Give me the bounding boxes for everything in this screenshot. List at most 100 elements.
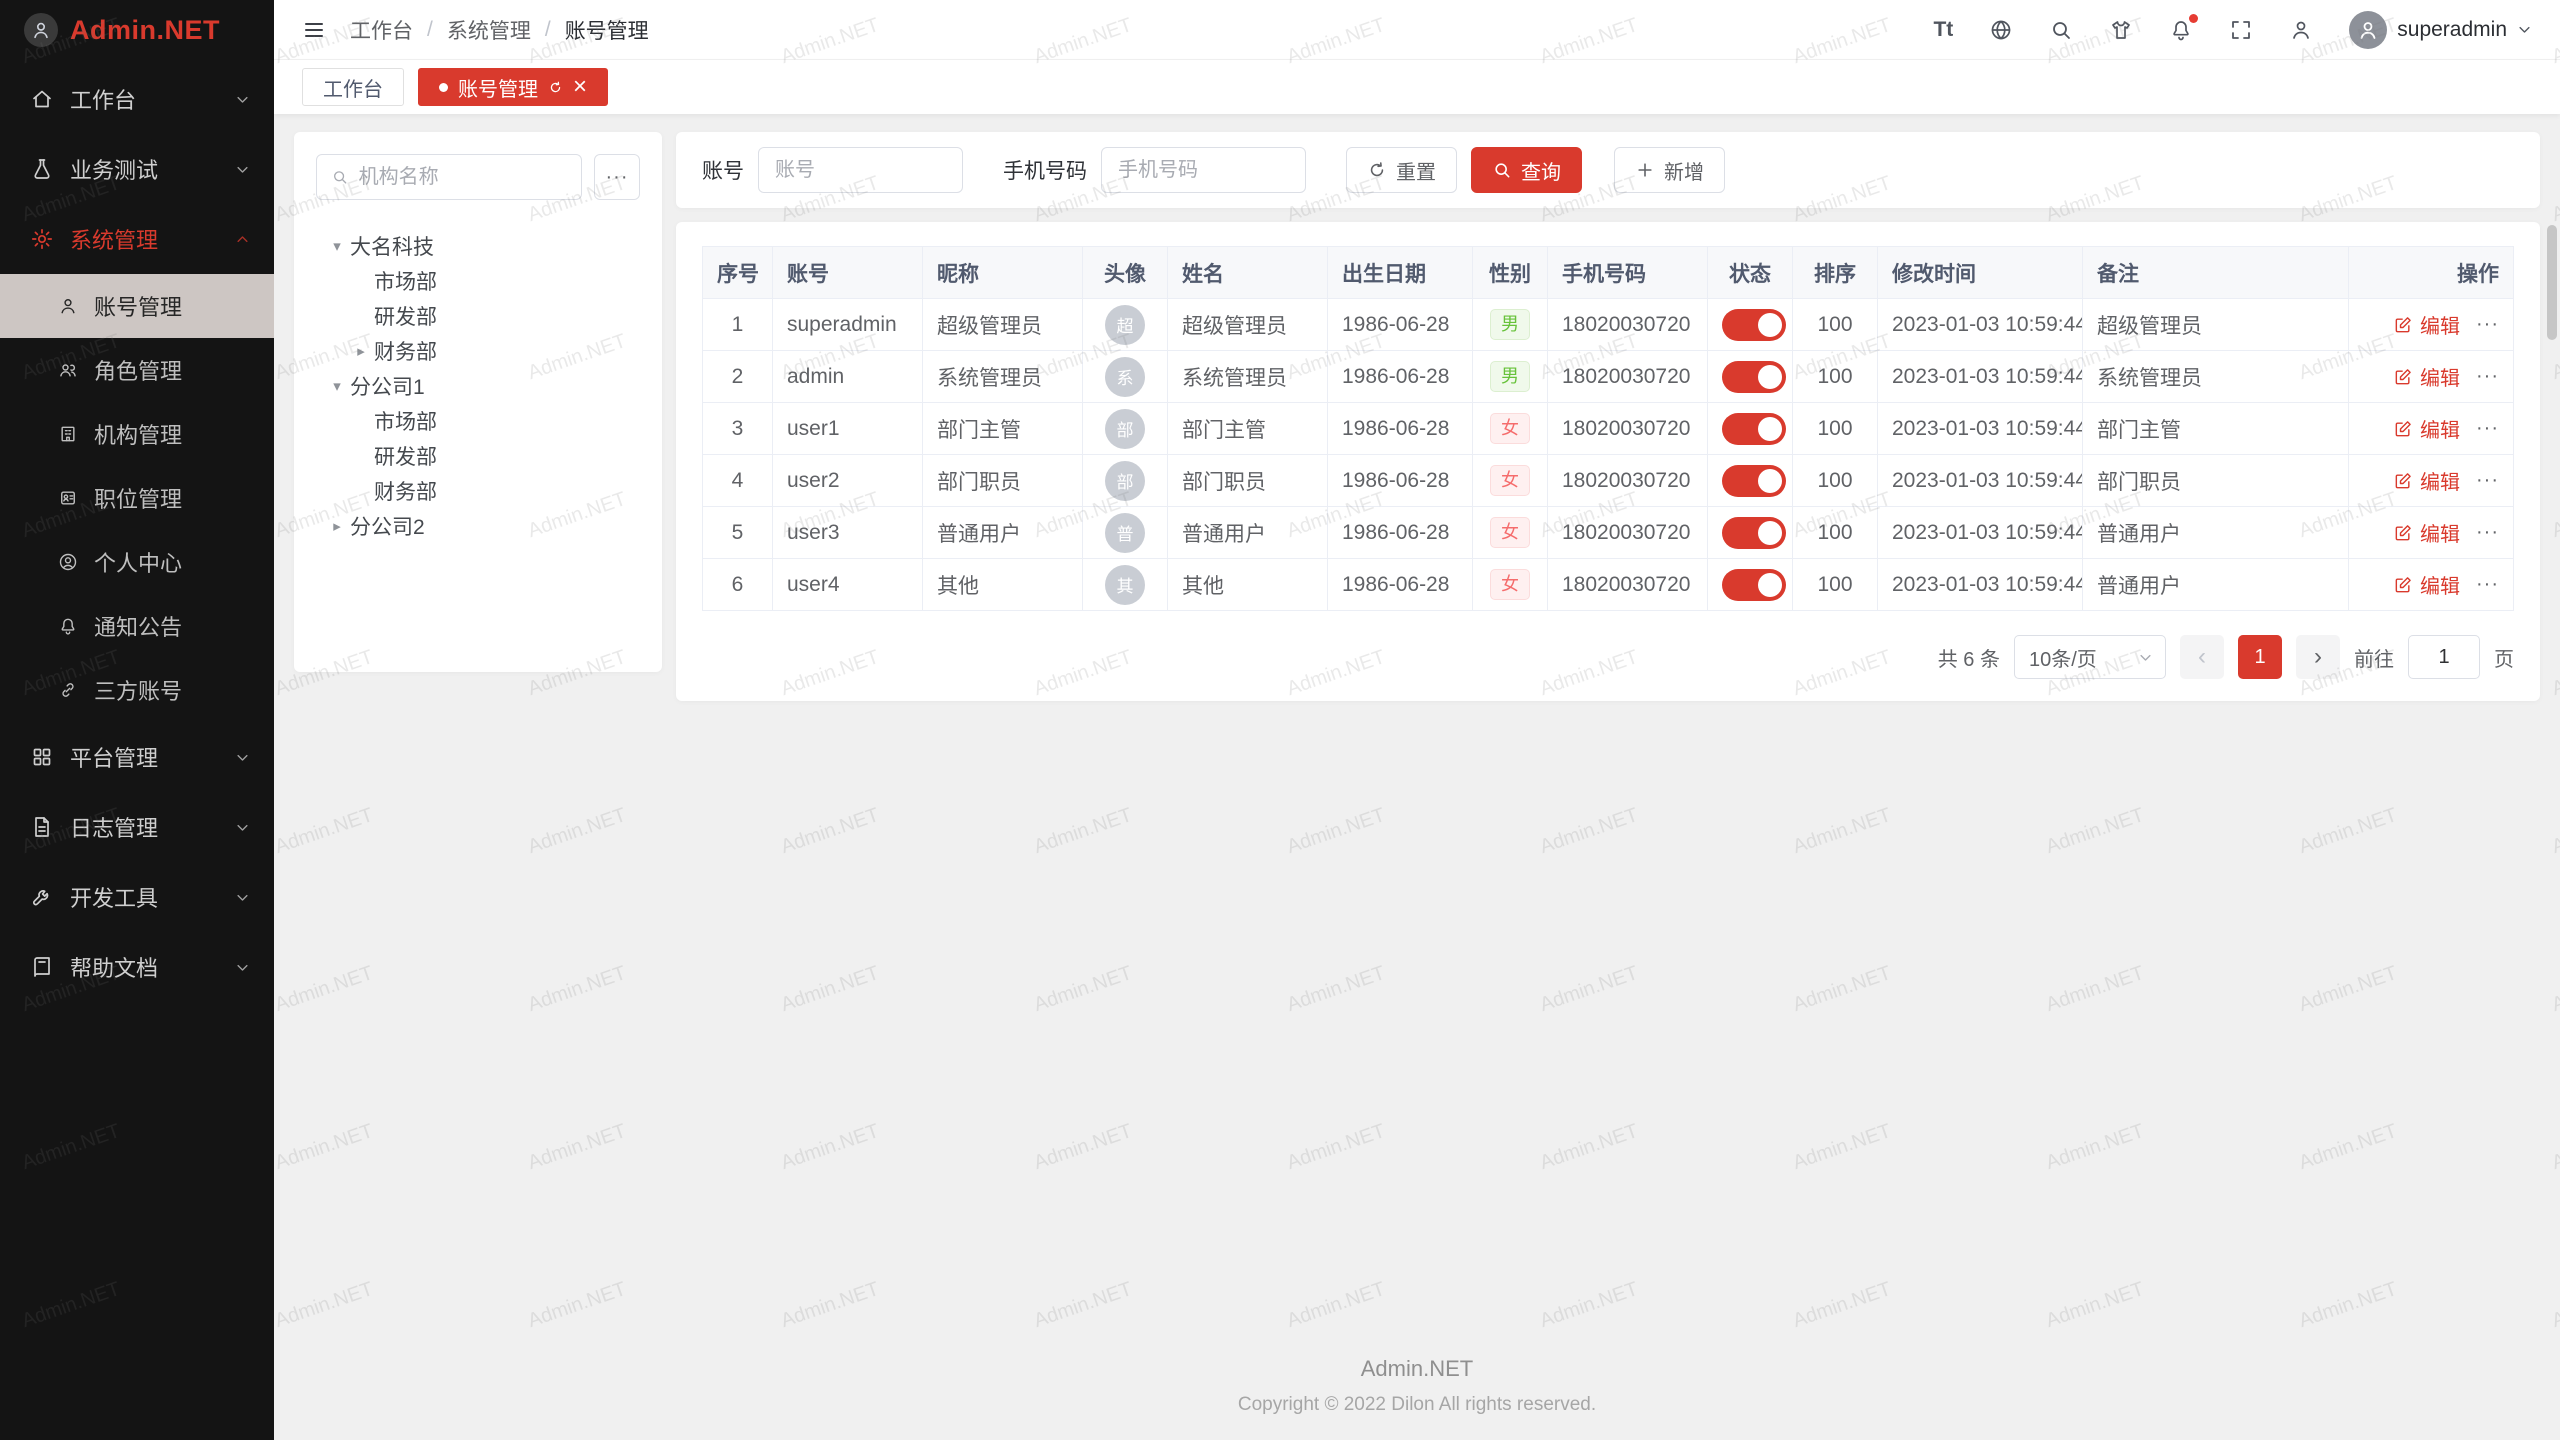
hamburger-menu-icon[interactable] — [302, 18, 326, 42]
caret-down-icon[interactable]: ▾ — [324, 237, 350, 255]
tab-label: 工作台 — [323, 73, 383, 102]
username: superadmin — [2397, 18, 2507, 42]
prev-page-button[interactable]: ‹ — [2180, 635, 2224, 679]
search-button[interactable]: 查询 — [1471, 147, 1582, 193]
sidebar-item-label: 通知公告 — [94, 610, 182, 642]
org-search-input[interactable] — [359, 166, 567, 189]
caret-down-icon[interactable]: ▾ — [324, 377, 350, 395]
account-input[interactable] — [758, 147, 963, 193]
user-menu[interactable]: superadmin — [2349, 11, 2532, 49]
edit-button[interactable]: 编辑 — [2393, 310, 2460, 339]
caret-right-icon[interactable]: ▸ — [324, 517, 350, 535]
sidebar-item-account-management[interactable]: 账号管理 — [0, 274, 274, 338]
caret-right-icon[interactable]: ▸ — [348, 342, 374, 360]
tree-node[interactable]: ▸ 财务部 — [316, 333, 640, 368]
status-toggle[interactable] — [1722, 465, 1786, 497]
row-more-icon[interactable]: ··· — [2476, 417, 2499, 440]
edit-button[interactable]: 编辑 — [2393, 466, 2460, 495]
sidebar-item-help-docs[interactable]: 帮助文档 — [0, 932, 274, 1002]
status-toggle[interactable] — [1722, 413, 1786, 445]
page-size-select[interactable]: 10条/页 — [2014, 635, 2166, 679]
sidebar-item-dev-tools[interactable]: 开发工具 — [0, 862, 274, 932]
user-icon — [58, 296, 78, 316]
notification-bell-icon[interactable] — [2169, 18, 2193, 42]
tree-more-button[interactable]: ··· — [594, 154, 640, 200]
next-page-button[interactable]: › — [2296, 635, 2340, 679]
app-logo[interactable]: Admin.NET — [0, 0, 274, 60]
add-button[interactable]: 新增 — [1614, 147, 1725, 193]
sidebar-item-thirdparty-account[interactable]: 三方账号 — [0, 658, 274, 722]
edit-button[interactable]: 编辑 — [2393, 570, 2460, 599]
edit-button[interactable]: 编辑 — [2393, 518, 2460, 547]
table-header-row: 序号 账号 昵称 头像 姓名 出生日期 性别 手机号码 状态 排序 — [703, 247, 2514, 299]
status-toggle[interactable] — [1722, 569, 1786, 601]
row-more-icon[interactable]: ··· — [2476, 365, 2499, 388]
search-icon[interactable] — [2049, 18, 2073, 42]
sidebar-item-platform-management[interactable]: 平台管理 — [0, 722, 274, 792]
tree-node[interactable]: ▾ 大名科技 — [316, 228, 640, 263]
home-icon — [30, 87, 54, 111]
sidebar-item-org-management[interactable]: 机构管理 — [0, 402, 274, 466]
breadcrumb-item[interactable]: 工作台 — [350, 15, 413, 45]
row-avatar: 系 — [1105, 357, 1145, 397]
status-toggle[interactable] — [1722, 361, 1786, 393]
font-size-icon[interactable]: Tt — [1933, 18, 1953, 42]
row-more-icon[interactable]: ··· — [2476, 573, 2499, 596]
sidebar-item-label: 平台管理 — [70, 741, 158, 773]
user-icon[interactable] — [2289, 18, 2313, 42]
theme-skin-icon[interactable] — [2109, 18, 2133, 42]
fullscreen-icon[interactable] — [2229, 18, 2253, 42]
tree-node[interactable]: ▾ 分公司1 — [316, 368, 640, 403]
notification-badge — [2189, 14, 2198, 23]
tree-node[interactable]: 市场部 — [316, 263, 640, 298]
tree-node[interactable]: 研发部 — [316, 298, 640, 333]
close-icon[interactable]: × — [573, 75, 587, 99]
tab-workbench[interactable]: 工作台 — [302, 68, 404, 106]
tree-node-label: 大名科技 — [350, 231, 434, 261]
sidebar-item-business-test[interactable]: 业务测试 — [0, 134, 274, 204]
tree-node[interactable]: 市场部 — [316, 403, 640, 438]
cell-account: user1 — [773, 403, 923, 455]
col-order: 排序 — [1793, 247, 1878, 299]
sidebar-item-personal-center[interactable]: 个人中心 — [0, 530, 274, 594]
page-number-current[interactable]: 1 — [2238, 635, 2282, 679]
edit-pencil-icon — [2393, 315, 2413, 335]
edit-button[interactable]: 编辑 — [2393, 414, 2460, 443]
language-icon[interactable] — [1989, 18, 2013, 42]
refresh-icon[interactable] — [548, 80, 563, 95]
col-account: 账号 — [773, 247, 923, 299]
tree-node-label: 分公司1 — [350, 371, 425, 401]
sidebar-item-label: 账号管理 — [94, 290, 182, 322]
edit-button[interactable]: 编辑 — [2393, 362, 2460, 391]
link-icon — [58, 680, 78, 700]
phone-input[interactable] — [1101, 147, 1306, 193]
tab-account-management[interactable]: 账号管理 × — [418, 68, 608, 106]
tree-node[interactable]: ▸ 分公司2 — [316, 508, 640, 543]
topbar-actions: Tt — [1933, 11, 2532, 49]
tree-node[interactable]: 研发部 — [316, 438, 640, 473]
reset-button[interactable]: 重置 — [1346, 147, 1457, 193]
avatar — [2349, 11, 2387, 49]
scrollbar-thumb[interactable] — [2547, 225, 2557, 340]
sidebar-item-workbench[interactable]: 工作台 — [0, 64, 274, 134]
sidebar-item-log-management[interactable]: 日志管理 — [0, 792, 274, 862]
row-more-icon[interactable]: ··· — [2476, 313, 2499, 336]
sidebar-item-system-management[interactable]: 系统管理 — [0, 204, 274, 274]
row-more-icon[interactable]: ··· — [2476, 521, 2499, 544]
tabbar: 工作台 账号管理 × — [274, 60, 2560, 114]
sidebar-item-position-management[interactable]: 职位管理 — [0, 466, 274, 530]
status-toggle[interactable] — [1722, 517, 1786, 549]
sidebar-item-notice-announcement[interactable]: 通知公告 — [0, 594, 274, 658]
tree-node[interactable]: 财务部 — [316, 473, 640, 508]
status-toggle[interactable] — [1722, 309, 1786, 341]
breadcrumb-separator: / — [427, 18, 433, 42]
search-icon — [1492, 160, 1512, 180]
row-more-icon[interactable]: ··· — [2476, 469, 2499, 492]
goto-page-input[interactable] — [2408, 635, 2480, 679]
edit-pencil-icon — [2393, 575, 2413, 595]
sidebar-item-role-management[interactable]: 角色管理 — [0, 338, 274, 402]
org-tree-panel: ··· ▾ 大名科技 市场部 研发部 — [294, 132, 662, 672]
chevron-up-icon — [235, 232, 250, 247]
tree-node-label: 财务部 — [374, 336, 437, 366]
breadcrumb-item[interactable]: 系统管理 — [447, 15, 531, 45]
